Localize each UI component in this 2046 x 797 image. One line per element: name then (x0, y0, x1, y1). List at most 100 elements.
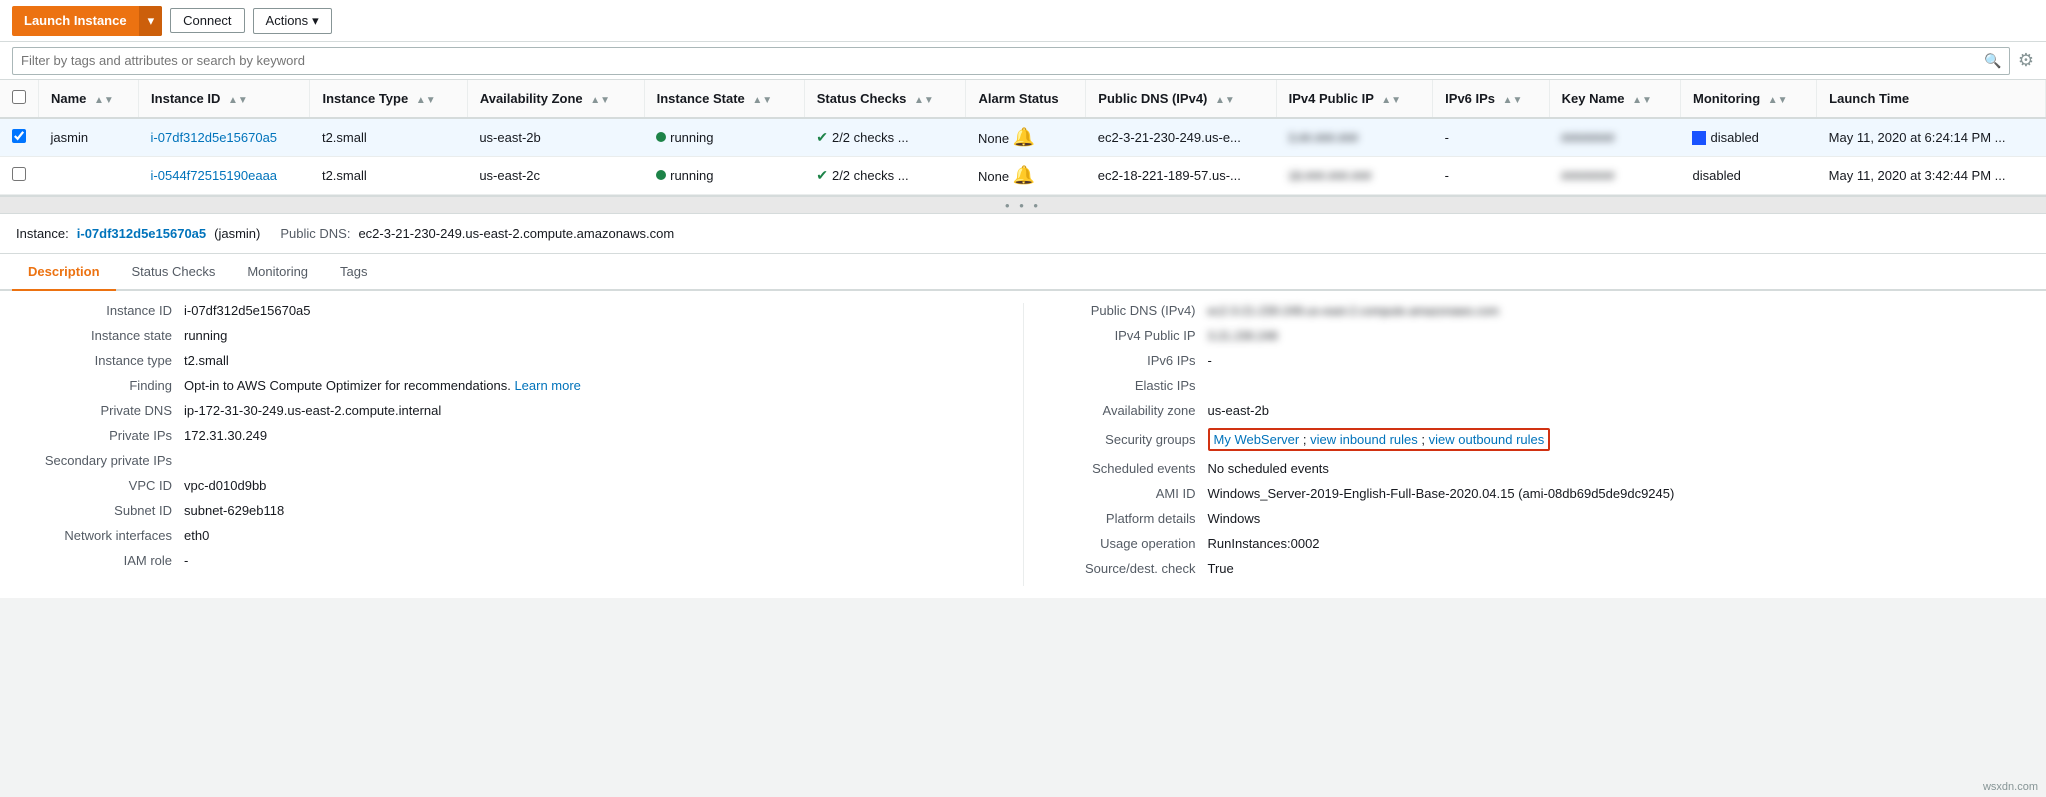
public-dns-ipv4-value: ec2-3-21-230-249.us-east-2.compute.amazo… (1208, 304, 1499, 318)
detail-ipv4-public: IPv4 Public IP 3.21.230.249 (1048, 328, 2023, 343)
iam-role-label: IAM role (24, 553, 184, 568)
row2-check-icon: ✔ (816, 167, 828, 183)
ipv4-public-label: IPv4 Public IP (1048, 328, 1208, 343)
secondary-ips-label: Secondary private IPs (24, 453, 184, 468)
tab-description[interactable]: Description (12, 254, 116, 291)
col-launch-time[interactable]: Launch Time (1817, 80, 2046, 118)
col-name[interactable]: Name ▲▼ (39, 80, 139, 118)
row2-ipv6: - (1433, 157, 1550, 195)
instances-table-container: Name ▲▼ Instance ID ▲▼ Instance Type ▲▼ … (0, 80, 2046, 196)
divider-dots: • • • (1005, 198, 1041, 213)
search-icon: 🔍 (1984, 52, 2001, 69)
usage-operation-label: Usage operation (1048, 536, 1208, 551)
row1-instance-id[interactable]: i-07df312d5e15670a5 (139, 118, 310, 157)
instance-label: Instance: (16, 226, 69, 241)
col-availability-zone[interactable]: Availability Zone ▲▼ (467, 80, 644, 118)
actions-label: Actions (266, 13, 309, 28)
row2-instance-id[interactable]: i-0544f72515190eaaa (139, 157, 310, 195)
search-input[interactable] (12, 47, 2010, 75)
detail-iam-role: IAM role - (24, 553, 999, 568)
branding: wsxdn.com (1983, 781, 2038, 793)
private-dns-value: ip-172-31-30-249.us-east-2.compute.inter… (184, 403, 441, 418)
row1-check-icon: ✔ (816, 129, 828, 145)
launch-instance-button[interactable]: Launch Instance ▾ (12, 6, 162, 36)
instance-id-value: i-07df312d5e15670a5 (184, 303, 311, 318)
status-sort-icon: ▲▼ (914, 95, 934, 106)
col-instance-type[interactable]: Instance Type ▲▼ (310, 80, 467, 118)
col-monitoring[interactable]: Monitoring ▲▼ (1680, 80, 1816, 118)
security-groups-separator2: ; (1421, 432, 1428, 447)
search-wrapper: 🔍 (12, 47, 2010, 75)
row1-az: us-east-2b (467, 118, 644, 157)
availability-zone-value: us-east-2b (1208, 403, 1269, 418)
details-left-col: Instance ID i-07df312d5e15670a5 Instance… (0, 303, 1023, 586)
name-sort-icon: ▲▼ (94, 95, 114, 106)
detail-private-dns: Private DNS ip-172-31-30-249.us-east-2.c… (24, 403, 999, 418)
private-dns-label: Private DNS (24, 403, 184, 418)
col-public-dns[interactable]: Public DNS (IPv4) ▲▼ (1086, 80, 1276, 118)
row2-checkbox-cell[interactable] (0, 157, 39, 195)
row2-key-name: ######## (1549, 157, 1680, 195)
row2-status-checks: ✔2/2 checks ... (804, 157, 966, 195)
table-row[interactable]: i-0544f72515190eaaa t2.small us-east-2c … (0, 157, 2046, 195)
launch-instance-arrow[interactable]: ▾ (139, 6, 163, 36)
source-dest-value: True (1208, 561, 1234, 576)
row1-status-dot (656, 132, 666, 142)
subnet-id-link[interactable]: subnet-629eb118 (184, 503, 284, 518)
detail-ami-id: AMI ID Windows_Server-2019-English-Full-… (1048, 486, 2023, 501)
finding-label: Finding (24, 378, 184, 393)
table-row[interactable]: jasmin i-07df312d5e15670a5 t2.small us-e… (0, 118, 2046, 157)
panel-divider[interactable]: • • • (0, 196, 2046, 214)
row2-ipv4: 18.###.###.### (1276, 157, 1433, 195)
vpc-id-link[interactable]: vpc-d010d9bb (184, 478, 266, 493)
instance-type-value: t2.small (184, 353, 229, 368)
col-key-name[interactable]: Key Name ▲▼ (1549, 80, 1680, 118)
inbound-rules-link[interactable]: view inbound rules (1310, 432, 1418, 447)
detail-finding: Finding Opt-in to AWS Compute Optimizer … (24, 378, 999, 393)
instances-table: Name ▲▼ Instance ID ▲▼ Instance Type ▲▼ … (0, 80, 2046, 195)
row1-key-name: ######## (1549, 118, 1680, 157)
mon-sort-icon: ▲▼ (1768, 95, 1788, 106)
availability-zone-label: Availability zone (1048, 403, 1208, 418)
row2-checkbox[interactable] (12, 167, 26, 181)
connect-button[interactable]: Connect (170, 8, 244, 33)
col-ipv6[interactable]: IPv6 IPs ▲▼ (1433, 80, 1550, 118)
instance-detail-header: Instance: i-07df312d5e15670a5 (jasmin) P… (0, 214, 2046, 254)
platform-label: Platform details (1048, 511, 1208, 526)
security-group-link[interactable]: My WebServer (1214, 432, 1300, 447)
row1-public-dns: ec2-3-21-230-249.us-e... (1086, 118, 1276, 157)
col-ipv4[interactable]: IPv4 Public IP ▲▼ (1276, 80, 1433, 118)
outbound-rules-link[interactable]: view outbound rules (1429, 432, 1545, 447)
col-status-checks[interactable]: Status Checks ▲▼ (804, 80, 966, 118)
row2-az: us-east-2c (467, 157, 644, 195)
tab-tags[interactable]: Tags (324, 254, 383, 291)
row1-type: t2.small (310, 118, 467, 157)
ami-id-link[interactable]: Windows_Server-2019-English-Full-Base-20… (1208, 486, 1675, 501)
col-instance-id[interactable]: Instance ID ▲▼ (139, 80, 310, 118)
row1-alarm-icon: 🔔 (1013, 127, 1035, 147)
network-interfaces-link[interactable]: eth0 (184, 528, 209, 543)
tab-monitoring[interactable]: Monitoring (231, 254, 324, 291)
select-all-header[interactable] (0, 80, 39, 118)
detail-instance-type: Instance type t2.small (24, 353, 999, 368)
row1-checkbox-cell[interactable] (0, 118, 39, 157)
ipv6-label: IPv6 IPs (1048, 353, 1208, 368)
actions-button[interactable]: Actions ▾ (253, 8, 332, 34)
row2-public-dns: ec2-18-221-189-57.us-... (1086, 157, 1276, 195)
ipv4-sort-icon: ▲▼ (1381, 95, 1401, 106)
row2-name (39, 157, 139, 195)
scheduled-events-value[interactable]: No scheduled events (1208, 461, 1329, 476)
col-instance-state[interactable]: Instance State ▲▼ (644, 80, 804, 118)
instance-id-link[interactable]: i-07df312d5e15670a5 (77, 226, 206, 241)
finding-value: Opt-in to AWS Compute Optimizer for reco… (184, 378, 581, 393)
key-sort-icon: ▲▼ (1632, 95, 1652, 106)
select-all-checkbox[interactable] (12, 90, 26, 104)
learn-more-link[interactable]: Learn more (514, 378, 580, 393)
row1-monitoring-icon (1692, 131, 1706, 145)
row1-checkbox[interactable] (12, 129, 26, 143)
col-alarm-status[interactable]: Alarm Status (966, 80, 1086, 118)
settings-icon[interactable]: ⚙ (2018, 50, 2034, 71)
state-sort-icon: ▲▼ (752, 95, 772, 106)
row1-alarm: None 🔔 (966, 118, 1086, 157)
tab-status-checks[interactable]: Status Checks (116, 254, 232, 291)
